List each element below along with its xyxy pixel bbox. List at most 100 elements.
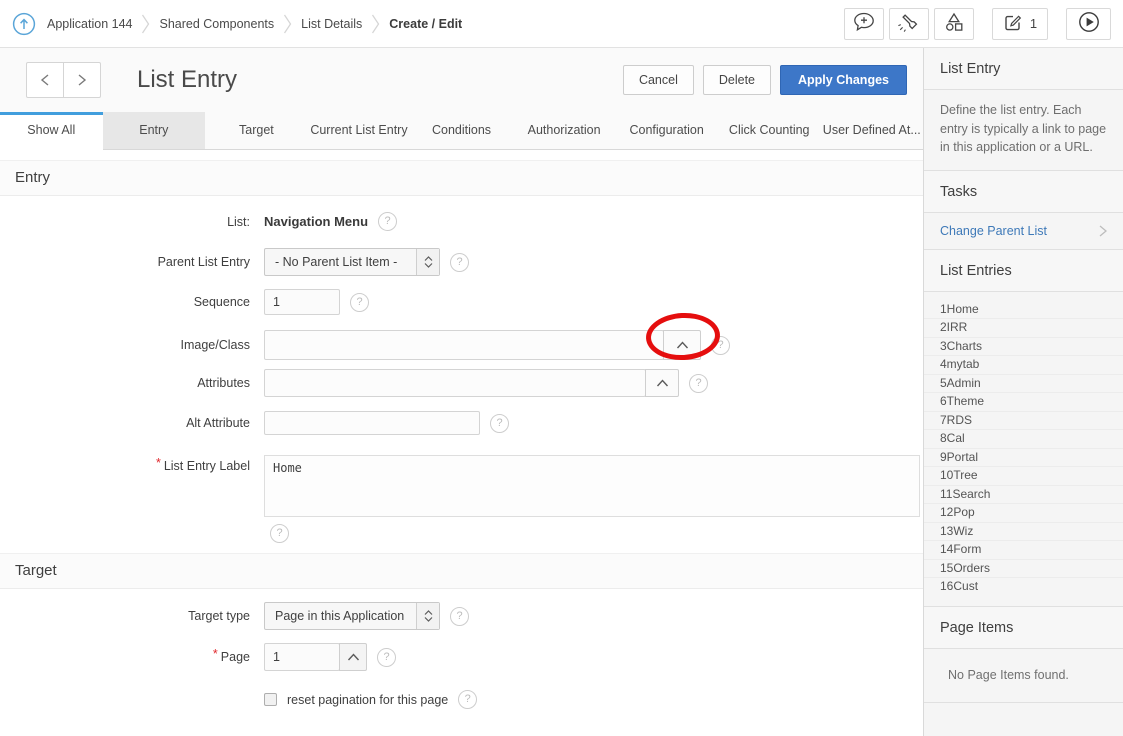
list-value: Navigation Menu: [264, 214, 368, 229]
image-class-lov-group: [264, 330, 701, 360]
cancel-button[interactable]: Cancel: [623, 65, 694, 95]
shared-components-button[interactable]: [934, 8, 974, 40]
delete-button[interactable]: Delete: [703, 65, 771, 95]
image-class-row: Image/Class ?: [0, 330, 923, 360]
list-entry-item[interactable]: 11Search: [924, 486, 1123, 505]
entry-section-header: Entry: [0, 160, 923, 196]
parent-list-entry-row: Parent List Entry - No Parent List Item …: [0, 248, 923, 276]
list-entry-item[interactable]: 4mytab: [924, 356, 1123, 375]
breadcrumb-shared-components[interactable]: Shared Components: [159, 17, 274, 31]
tab-click-counting[interactable]: Click Counting: [718, 112, 821, 149]
list-row: List: Navigation Menu ?: [0, 212, 923, 231]
attributes-lov-group: [264, 369, 679, 397]
tab-authorization[interactable]: Authorization: [513, 112, 616, 149]
page-row: *Page ?: [0, 643, 923, 671]
page-title: List Entry: [137, 66, 237, 94]
target-type-select[interactable]: Page in this Application: [264, 602, 440, 630]
list-entry-item[interactable]: 14Form: [924, 541, 1123, 560]
chevron-right-icon: [1099, 225, 1107, 237]
alt-attribute-row: Alt Attribute ?: [0, 411, 923, 435]
page-items-empty-message: No Page Items found.: [924, 649, 1123, 703]
reset-pagination-checkbox[interactable]: [264, 693, 277, 706]
attributes-popup-lov-button[interactable]: [645, 369, 679, 397]
alt-attribute-input[interactable]: [264, 411, 480, 435]
help-icon[interactable]: ?: [350, 293, 369, 312]
list-entry-item[interactable]: 3Charts: [924, 338, 1123, 357]
list-entry-item[interactable]: 6Theme: [924, 393, 1123, 412]
spotlight-search-button[interactable]: [889, 8, 929, 40]
list-entry-item[interactable]: 1Home: [924, 301, 1123, 320]
tab-current-list-entry[interactable]: Current List Entry: [308, 112, 411, 149]
tab-target[interactable]: Target: [205, 112, 308, 149]
list-entry-item[interactable]: 10Tree: [924, 467, 1123, 486]
feedback-button[interactable]: [844, 8, 884, 40]
image-class-input[interactable]: [264, 330, 664, 360]
tab-configuration[interactable]: Configuration: [615, 112, 718, 149]
list-entry-label-row: *List Entry Label Home: [0, 455, 923, 517]
list-entry-item[interactable]: 2IRR: [924, 319, 1123, 338]
breadcrumb-application[interactable]: Application 144: [47, 17, 132, 31]
breadcrumb-separator-icon: [371, 12, 380, 36]
list-entry-item[interactable]: 13Wiz: [924, 523, 1123, 542]
page-edit-button[interactable]: 1: [992, 8, 1048, 40]
alt-attribute-label: Alt Attribute: [0, 416, 264, 430]
help-icon[interactable]: ?: [490, 414, 509, 433]
list-entry-item[interactable]: 15Orders: [924, 560, 1123, 579]
tab-user-defined-attributes[interactable]: User Defined At...: [821, 112, 924, 149]
image-class-label: Image/Class: [0, 338, 264, 352]
list-entry-label-textarea[interactable]: Home: [264, 455, 920, 517]
app-up-icon[interactable]: [12, 12, 36, 36]
list-entry-label-label: *List Entry Label: [0, 455, 264, 473]
list-entry-label-text: List Entry Label: [164, 459, 250, 473]
list-entry-item[interactable]: 7RDS: [924, 412, 1123, 431]
breadcrumb-list-details[interactable]: List Details: [301, 17, 362, 31]
list-entry-item[interactable]: 12Pop: [924, 504, 1123, 523]
list-entry-item[interactable]: 9Portal: [924, 449, 1123, 468]
sidebar-about-text: Define the list entry. Each entry is typ…: [924, 90, 1123, 171]
reset-pagination-label[interactable]: reset pagination for this page: [287, 693, 448, 707]
help-icon[interactable]: ?: [458, 690, 477, 709]
list-entry-item[interactable]: 16Cust: [924, 578, 1123, 596]
page-label-text: Page: [221, 650, 250, 664]
next-entry-button[interactable]: [63, 62, 101, 98]
sidebar-tasks-title: Tasks: [924, 171, 1123, 213]
feedback-icon: [853, 12, 875, 35]
header-buttons: Cancel Delete Apply Changes: [623, 65, 907, 95]
topbar-actions: 1: [844, 8, 1111, 40]
page-edit-icon: [1003, 12, 1023, 35]
target-type-label: Target type: [0, 609, 264, 623]
sequence-input[interactable]: [264, 289, 340, 315]
help-icon[interactable]: ?: [270, 524, 289, 543]
shared-components-icon: [943, 12, 965, 35]
sidebar-about-title: List Entry: [924, 48, 1123, 90]
page-popup-lov-button[interactable]: [339, 643, 367, 671]
help-icon[interactable]: ?: [689, 374, 708, 393]
help-icon[interactable]: ?: [450, 253, 469, 272]
spotlight-search-icon: [898, 12, 920, 35]
list-entry-item[interactable]: 5Admin: [924, 375, 1123, 394]
required-marker: *: [213, 647, 218, 661]
region-tabs: Show All Entry Target Current List Entry…: [0, 112, 923, 150]
change-parent-list-label: Change Parent List: [940, 224, 1047, 238]
help-icon[interactable]: ?: [377, 648, 396, 667]
list-entry-item[interactable]: 8Cal: [924, 430, 1123, 449]
page-label: *Page: [0, 650, 264, 664]
help-icon[interactable]: ?: [378, 212, 397, 231]
content-wrap: List Entry Cancel Delete Apply Changes S…: [0, 48, 1123, 736]
previous-entry-button[interactable]: [26, 62, 64, 98]
breadcrumb: Application 144 Shared Components List D…: [12, 12, 462, 36]
help-icon[interactable]: ?: [711, 336, 730, 355]
change-parent-list-link[interactable]: Change Parent List: [924, 213, 1123, 250]
attributes-input[interactable]: [264, 369, 646, 397]
help-icon[interactable]: ?: [450, 607, 469, 626]
list-label: List:: [0, 215, 264, 229]
page-input[interactable]: [264, 643, 340, 671]
tab-entry[interactable]: Entry: [103, 112, 206, 149]
run-page-button[interactable]: [1066, 8, 1111, 40]
image-class-popup-lov-button[interactable]: [663, 330, 701, 360]
apply-changes-button[interactable]: Apply Changes: [780, 65, 907, 95]
tab-conditions[interactable]: Conditions: [410, 112, 513, 149]
right-sidebar: List Entry Define the list entry. Each e…: [923, 48, 1123, 736]
tab-show-all[interactable]: Show All: [0, 112, 103, 151]
parent-list-entry-select[interactable]: - No Parent List Item -: [264, 248, 440, 276]
